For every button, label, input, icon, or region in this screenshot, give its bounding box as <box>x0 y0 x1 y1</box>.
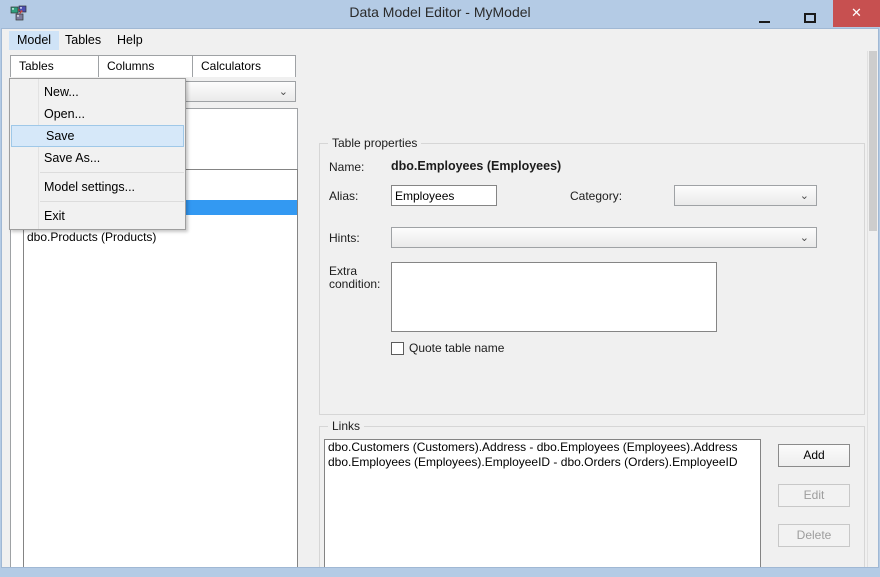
menu-separator <box>40 201 184 202</box>
application-window: Data Model Editor - MyModel ✕ Model Tabl… <box>0 0 880 577</box>
menu-help[interactable]: Help <box>109 31 151 50</box>
alias-label: Alias: <box>329 189 358 203</box>
menu-item-open[interactable]: Open... <box>10 103 185 125</box>
name-value: dbo.Employees (Employees) <box>391 159 561 173</box>
menu-item-save-as[interactable]: Save As... <box>10 147 185 169</box>
minimize-icon <box>759 21 770 23</box>
links-listbox[interactable]: dbo.Customers (Customers).Address - dbo.… <box>324 439 761 567</box>
delete-link-button: Delete <box>778 524 850 547</box>
chevron-down-icon: ⌄ <box>800 231 809 244</box>
list-item[interactable]: dbo.Customers (Customers).Address - dbo.… <box>325 440 760 455</box>
menu-separator <box>40 172 184 173</box>
tab-tables[interactable]: Tables <box>10 55 100 77</box>
chevron-down-icon: ⌄ <box>279 85 288 98</box>
extra-condition-label-line2: condition: <box>329 277 380 291</box>
quote-table-name-checkbox[interactable]: Quote table name <box>391 340 504 356</box>
table-properties-group: Table properties Name: dbo.Employees (Em… <box>319 143 865 415</box>
list-item[interactable]: dbo.Products (Products) <box>24 230 297 245</box>
extra-condition-textarea[interactable] <box>391 262 717 332</box>
scrollbar-thumb[interactable] <box>869 51 877 231</box>
menu-item-exit[interactable]: Exit <box>10 205 185 227</box>
quote-table-name-label: Quote table name <box>409 341 504 355</box>
list-item[interactable]: dbo.Employees (Employees).EmployeeID - d… <box>325 455 760 470</box>
menu-bar: Model Tables Help <box>2 29 878 51</box>
menu-item-save[interactable]: Save <box>11 125 184 147</box>
name-label: Name: <box>329 160 364 174</box>
checkbox-box-icon <box>391 342 404 355</box>
maximize-button[interactable] <box>787 0 833 27</box>
links-group: Links dbo.Customers (Customers).Address … <box>319 426 865 567</box>
links-title: Links <box>328 419 364 433</box>
model-menu-dropdown: New... Open... Save Save As... Model set… <box>9 78 186 230</box>
data-model-icon <box>10 5 28 23</box>
hints-label: Hints: <box>329 231 360 245</box>
close-icon: ✕ <box>833 0 880 27</box>
add-link-button[interactable]: Add <box>778 444 850 467</box>
menu-item-model-settings[interactable]: Model settings... <box>10 176 185 198</box>
tab-calculators[interactable]: Calculators <box>192 55 296 77</box>
client-area: Model Tables Help Tables Columns Calcula… <box>1 28 879 568</box>
hints-combobox[interactable]: ⌄ <box>391 227 817 248</box>
tab-columns[interactable]: Columns <box>98 55 194 77</box>
edit-link-button: Edit <box>778 484 850 507</box>
chevron-down-icon: ⌄ <box>800 189 809 202</box>
menu-tables[interactable]: Tables <box>57 31 109 50</box>
maximize-icon <box>804 13 816 23</box>
category-label: Category: <box>570 189 622 203</box>
close-button[interactable]: ✕ <box>833 0 880 27</box>
left-tabstrip: Tables Columns Calculators <box>10 55 296 77</box>
menu-item-new[interactable]: New... <box>10 81 185 103</box>
form-vertical-scrollbar[interactable] <box>867 51 878 567</box>
category-combobox[interactable]: ⌄ <box>674 185 817 206</box>
extra-condition-label-line1: Extra <box>329 264 357 278</box>
menu-model[interactable]: Model <box>9 31 59 50</box>
alias-input[interactable] <box>391 185 497 206</box>
minimize-button[interactable] <box>741 0 787 27</box>
title-bar: Data Model Editor - MyModel ✕ <box>0 0 880 28</box>
table-properties-title: Table properties <box>328 136 421 150</box>
